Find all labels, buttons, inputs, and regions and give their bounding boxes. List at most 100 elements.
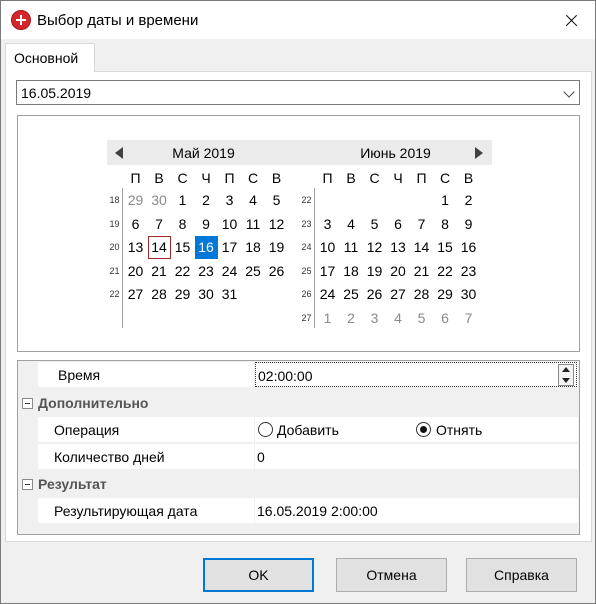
- radio-add[interactable]: [258, 422, 273, 437]
- calendar-day[interactable]: 13: [387, 236, 410, 259]
- calendar-day[interactable]: 15: [434, 236, 457, 259]
- calendar-day[interactable]: 17: [316, 260, 339, 283]
- calendar-day[interactable]: 2: [340, 307, 363, 330]
- calendar-day[interactable]: 27: [124, 283, 147, 306]
- calendar-day[interactable]: 4: [340, 213, 363, 236]
- calendar-day[interactable]: 29: [434, 283, 457, 306]
- calendar-day[interactable]: 22: [171, 260, 194, 283]
- help-button[interactable]: Справка: [466, 558, 577, 592]
- calendar-day[interactable]: 18: [242, 236, 265, 259]
- calendar-day[interactable]: 27: [387, 283, 410, 306]
- calendar-day[interactable]: 15: [171, 236, 194, 259]
- result-value-cell[interactable]: 16.05.2019 2:00:00: [255, 498, 578, 524]
- calendar-day[interactable]: 1: [171, 189, 194, 212]
- calendar-day[interactable]: 4: [387, 307, 410, 330]
- collapse-icon[interactable]: [22, 398, 33, 409]
- calendar-day[interactable]: 2: [195, 189, 218, 212]
- calendar-day[interactable]: 9: [457, 213, 480, 236]
- calendar-day[interactable]: 7: [148, 213, 171, 236]
- time-input[interactable]: 02:00:00: [255, 362, 577, 387]
- calendar-day[interactable]: 30: [148, 189, 171, 212]
- prop-name-cell[interactable]: Результирующая дата: [38, 498, 254, 524]
- calendar-day[interactable]: 18: [340, 260, 363, 283]
- calendar-day[interactable]: 10: [218, 213, 241, 236]
- calendar-day[interactable]: 13: [124, 236, 147, 259]
- calendar-day[interactable]: 21: [148, 260, 171, 283]
- calendar-day[interactable]: 5: [410, 307, 433, 330]
- time-spinner[interactable]: [558, 364, 574, 386]
- calendar-day[interactable]: 30: [457, 283, 480, 306]
- days-value-cell[interactable]: 0: [255, 444, 578, 470]
- calendar-day[interactable]: 17: [218, 236, 241, 259]
- prop-name-cell[interactable]: Операция: [38, 417, 254, 443]
- calendar-day[interactable]: 6: [124, 213, 147, 236]
- calendar-day[interactable]: 6: [387, 213, 410, 236]
- calendar-day[interactable]: 19: [265, 236, 288, 259]
- next-month-arrow-icon[interactable]: [475, 147, 483, 159]
- calendar-day[interactable]: 11: [242, 213, 265, 236]
- calendar-day[interactable]: 8: [171, 213, 194, 236]
- calendar-day[interactable]: 4: [242, 189, 265, 212]
- cancel-button[interactable]: Отмена: [336, 558, 447, 592]
- calendar-day[interactable]: 6: [434, 307, 457, 330]
- calendar-day[interactable]: 1: [316, 307, 339, 330]
- calendar-day[interactable]: 2: [457, 189, 480, 212]
- calendar-day[interactable]: 3: [218, 189, 241, 212]
- tab-main[interactable]: Основной: [5, 43, 95, 72]
- calendar-day[interactable]: 20: [387, 260, 410, 283]
- calendar-day[interactable]: 7: [410, 213, 433, 236]
- calendar-day[interactable]: 9: [195, 213, 218, 236]
- spin-up-icon[interactable]: [562, 367, 570, 372]
- calendar-day[interactable]: 29: [171, 283, 194, 306]
- calendar-day[interactable]: 24: [316, 283, 339, 306]
- time-value-cell[interactable]: 02:00:00: [255, 362, 578, 388]
- calendar-day[interactable]: 26: [363, 283, 386, 306]
- calendar-day[interactable]: 14: [147, 236, 171, 259]
- calendar-day[interactable]: 29: [124, 189, 147, 212]
- calendar-day[interactable]: 25: [242, 260, 265, 283]
- ok-button[interactable]: OK: [203, 558, 314, 592]
- calendar-day[interactable]: 11: [340, 236, 363, 259]
- calendar-day[interactable]: 25: [340, 283, 363, 306]
- calendar-day[interactable]: 19: [363, 260, 386, 283]
- calendar-day[interactable]: 12: [363, 236, 386, 259]
- month-title[interactable]: Июнь 2019: [299, 145, 492, 161]
- calendar-day[interactable]: 28: [410, 283, 433, 306]
- calendar-day[interactable]: 26: [265, 260, 288, 283]
- calendar-day[interactable]: 16: [194, 236, 218, 259]
- chevron-down-icon[interactable]: [563, 86, 575, 98]
- calendar-day[interactable]: 22: [434, 260, 457, 283]
- spin-down-icon[interactable]: [562, 378, 570, 383]
- calendar-day[interactable]: 5: [265, 189, 288, 212]
- calendar-day[interactable]: 5: [363, 213, 386, 236]
- close-icon[interactable]: [549, 1, 595, 39]
- radio-subtract[interactable]: [416, 422, 431, 437]
- month-title[interactable]: Май 2019: [107, 145, 300, 161]
- calendar-month-may: Май 2019 П В С Ч П С В 18 29 30 1 2 3 4 5 19 6 7 8 9 10 11 12 2…: [107, 140, 300, 336]
- calendar-day[interactable]: 10: [316, 236, 339, 259]
- calendar-day[interactable]: 16: [457, 236, 480, 259]
- calendar-day[interactable]: 14: [410, 236, 433, 259]
- calendar-day[interactable]: 3: [316, 213, 339, 236]
- calendar-day[interactable]: 28: [148, 283, 171, 306]
- prop-name-cell[interactable]: Время: [38, 362, 254, 388]
- calendar-day[interactable]: 7: [457, 307, 480, 330]
- calendar-day[interactable]: 20: [124, 260, 147, 283]
- calendar-day[interactable]: 21: [410, 260, 433, 283]
- calendar-day[interactable]: 23: [195, 260, 218, 283]
- calendar-day[interactable]: 31: [218, 283, 241, 306]
- date-combobox[interactable]: 16.05.2019: [16, 80, 580, 105]
- weekday-header: С: [177, 170, 188, 186]
- calendar-day[interactable]: 12: [265, 213, 288, 236]
- calendar-day[interactable]: 23: [457, 260, 480, 283]
- calendar-day[interactable]: 1: [434, 189, 457, 212]
- week-number: 21: [109, 265, 120, 276]
- radio-subtract-label[interactable]: Отнять: [436, 422, 482, 438]
- calendar-day[interactable]: 30: [195, 283, 218, 306]
- calendar-day[interactable]: 8: [434, 213, 457, 236]
- prop-name-cell[interactable]: Количество дней: [38, 444, 254, 470]
- radio-add-label[interactable]: Добавить: [277, 422, 339, 438]
- collapse-icon[interactable]: [22, 479, 33, 490]
- calendar-day[interactable]: 24: [218, 260, 241, 283]
- calendar-day[interactable]: 3: [363, 307, 386, 330]
